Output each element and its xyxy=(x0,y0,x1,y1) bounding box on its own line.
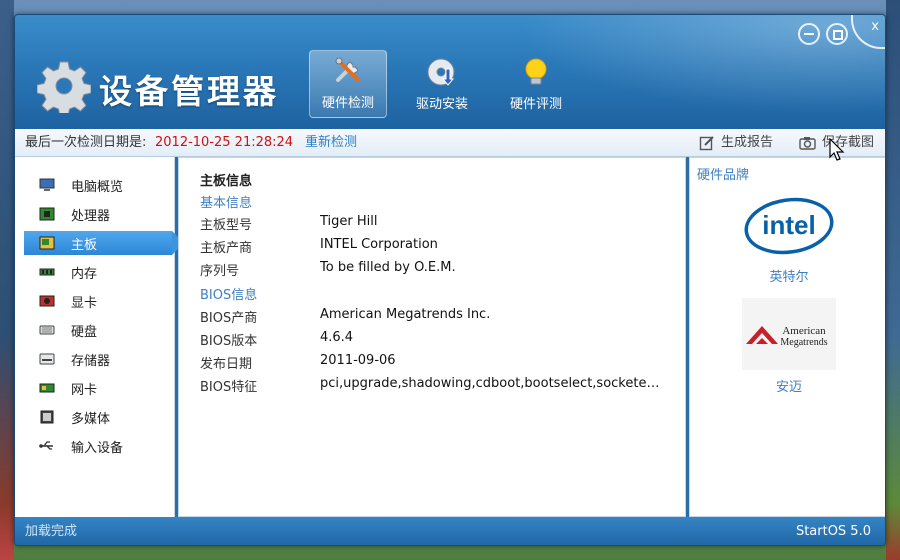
ami-logo: American Megatrends xyxy=(742,298,836,370)
usb-icon xyxy=(39,441,53,450)
status-text: 加载完成 xyxy=(25,524,78,539)
info-value: American Megatrends Inc. xyxy=(320,307,491,322)
recheck-link[interactable]: 重新检测 xyxy=(305,129,357,157)
info-row-serial: 序列号 To be filled by O.E.M. xyxy=(200,260,670,280)
sidebar-item-label: 输入设备 xyxy=(71,440,124,456)
sidebar-item-motherboard[interactable]: 主板 xyxy=(24,231,184,255)
multimedia-icon xyxy=(40,410,54,424)
sidebar-item-label: 显卡 xyxy=(71,295,98,311)
info-value: 4.6.4 xyxy=(320,330,354,345)
sidebar-item-label: 网卡 xyxy=(71,382,98,398)
info-bar: 最后一次检测日期是: 2012-10-25 21:28:24 重新检测 生成报告… xyxy=(15,129,885,157)
minimize-button[interactable] xyxy=(798,23,820,45)
intel-logo: intel xyxy=(742,190,836,260)
info-key: BIOS产商 xyxy=(200,311,258,326)
info-value: 2011-09-06 xyxy=(320,353,396,368)
tab-driver-install[interactable]: 驱动安装 xyxy=(403,50,481,118)
computer-icon xyxy=(39,178,55,191)
gear-icon xyxy=(37,61,91,113)
last-check-label: 最后一次检测日期是: xyxy=(25,135,147,150)
info-key: 主板型号 xyxy=(200,218,253,233)
edit-report-icon xyxy=(699,136,714,151)
sidebar-item-label: 处理器 xyxy=(71,208,111,224)
maximize-button[interactable] xyxy=(826,23,848,45)
hardware-brand-panel: 硬件品牌 intel 英特尔 American Megatrends 安迈 xyxy=(689,157,885,517)
last-check-date: 2012-10-25 21:28:24 xyxy=(155,135,294,150)
app-header: 设备管理器 硬件检测 驱动安装 硬件评测 x xyxy=(15,15,885,129)
ami-logo-line2: Megatrends xyxy=(780,337,827,348)
sidebar-item-memory[interactable]: 内存 xyxy=(24,260,172,284)
info-row-bios-version: BIOS版本 4.6.4 xyxy=(200,330,670,350)
app-title: 设备管理器 xyxy=(99,72,279,111)
lightbulb-icon xyxy=(525,58,547,85)
status-bar: 加载完成 StartOS 5.0 xyxy=(15,517,885,545)
sidebar-item-input-device[interactable]: 输入设备 xyxy=(24,434,172,458)
motherboard-icon xyxy=(39,236,55,250)
desktop-background-right xyxy=(886,0,900,560)
info-row-board-model: 主板型号 Tiger Hill xyxy=(200,214,670,234)
memory-icon xyxy=(39,268,55,276)
intel-logo-text: intel xyxy=(762,210,815,240)
info-value: To be filled by O.E.M. xyxy=(320,260,456,275)
sidebar-item-label: 硬盘 xyxy=(71,324,98,340)
info-value: pci,upgrade,shadowing,cdboot,bootselect,… xyxy=(320,376,665,391)
tab-hardware-detect[interactable]: 硬件检测 xyxy=(309,50,387,118)
sidebar-item-label: 内存 xyxy=(71,266,98,282)
driver-disc-icon xyxy=(427,58,455,86)
tab-driver-install-label: 驱动安装 xyxy=(415,97,468,112)
generate-report-button[interactable]: 生成报告 xyxy=(699,129,773,157)
info-row-release-date: 发布日期 2011-09-06 xyxy=(200,353,670,373)
network-card-icon xyxy=(39,383,55,393)
close-button[interactable]: x xyxy=(851,15,885,49)
ami-brand-name: 安迈 xyxy=(775,380,802,395)
bios-info-title: BIOS信息 xyxy=(200,288,258,303)
sidebar-item-label: 电脑概览 xyxy=(71,179,124,195)
sidebar: 电脑概览 处理器 主板 内存 显卡 硬盘 存储器 网卡 多媒体 输入设备 xyxy=(15,157,184,517)
info-row-bios-features: BIOS特征 pci,upgrade,shadowing,cdboot,boot… xyxy=(200,376,670,396)
info-key: BIOS版本 xyxy=(200,334,258,349)
generate-report-label: 生成报告 xyxy=(721,135,774,150)
sidebar-item-label: 主板 xyxy=(71,237,98,253)
mouse-cursor-icon xyxy=(829,138,845,161)
info-key: 序列号 xyxy=(200,264,240,279)
sidebar-item-hard-disk[interactable]: 硬盘 xyxy=(24,318,172,342)
storage-icon xyxy=(39,353,55,365)
tab-hardware-eval-label: 硬件评测 xyxy=(509,97,562,112)
info-value: Tiger Hill xyxy=(320,214,378,229)
ami-logo-line1: American xyxy=(782,325,826,337)
brand-title: 硬件品牌 xyxy=(697,168,750,183)
tab-hardware-detect-label: 硬件检测 xyxy=(321,96,374,111)
tools-icon xyxy=(335,57,360,82)
tab-hardware-eval[interactable]: 硬件评测 xyxy=(497,50,575,118)
sidebar-item-storage[interactable]: 存储器 xyxy=(24,347,172,371)
sidebar-item-network-card[interactable]: 网卡 xyxy=(24,376,172,400)
basic-info-title: 基本信息 xyxy=(200,196,253,211)
info-key: 发布日期 xyxy=(200,357,253,372)
sidebar-item-graphics[interactable]: 显卡 xyxy=(24,289,172,313)
hard-disk-icon xyxy=(39,325,55,335)
motherboard-info-panel: 主板信息 基本信息 主板型号 Tiger Hill 主板产商 INTEL Cor… xyxy=(178,157,686,517)
cpu-icon xyxy=(39,207,55,221)
info-key: 主板产商 xyxy=(200,241,253,256)
desktop-background-left xyxy=(0,0,14,560)
sidebar-item-computer-overview[interactable]: 电脑概览 xyxy=(24,173,172,197)
sidebar-item-label: 存储器 xyxy=(71,353,111,369)
intel-brand-name: 英特尔 xyxy=(769,270,809,285)
section-title: 主板信息 xyxy=(200,174,253,189)
sidebar-item-multimedia[interactable]: 多媒体 xyxy=(24,405,172,429)
os-version: StartOS 5.0 xyxy=(795,524,871,539)
sidebar-item-cpu[interactable]: 处理器 xyxy=(24,202,172,226)
sidebar-item-label: 多媒体 xyxy=(71,411,111,427)
device-manager-window: 设备管理器 硬件检测 驱动安装 硬件评测 x 最后一次检测日期是: 2012-1… xyxy=(14,14,886,546)
info-row-bios-vendor: BIOS产商 American Megatrends Inc. xyxy=(200,307,670,327)
graphics-card-icon xyxy=(39,295,55,307)
info-key: BIOS特征 xyxy=(200,380,258,395)
close-icon: x xyxy=(871,19,879,34)
info-value: INTEL Corporation xyxy=(320,237,438,252)
camera-icon xyxy=(799,137,816,150)
info-row-board-vendor: 主板产商 INTEL Corporation xyxy=(200,237,670,257)
